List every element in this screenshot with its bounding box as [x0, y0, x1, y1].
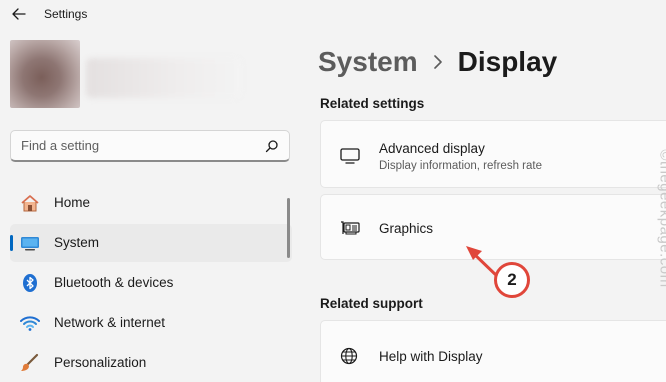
sidebar-item-network[interactable]: Network & internet: [10, 304, 292, 342]
paint-brush-icon: [21, 353, 39, 371]
sidebar-item-label: Home: [54, 195, 91, 210]
sidebar-item-label: Personalization: [54, 355, 147, 370]
monitor-outline-icon: [340, 148, 360, 164]
title-bar: Settings: [0, 0, 666, 30]
active-indicator: [10, 235, 13, 251]
sidebar-item-bluetooth[interactable]: Bluetooth & devices: [10, 264, 292, 302]
sidebar-item-personalization[interactable]: Personalization: [10, 344, 292, 382]
chevron-right-icon: [433, 55, 442, 69]
card-title: Graphics: [379, 221, 434, 236]
account-info-blurred: [86, 58, 241, 98]
watermark: ©thegeekpage.com: [656, 149, 666, 288]
related-settings-heading: Related settings: [320, 96, 425, 111]
breadcrumb-parent[interactable]: System: [318, 46, 418, 78]
step-number-badge: 2: [494, 262, 530, 298]
back-button[interactable]: [8, 4, 30, 24]
sidebar-item-home[interactable]: Home: [10, 184, 292, 222]
card-subtitle: Display information, refresh rate: [379, 160, 542, 172]
home-icon: [21, 195, 39, 212]
card-title: Advanced display: [379, 141, 485, 156]
monitor-icon: [21, 237, 39, 251]
graphics-card[interactable]: Graphics: [320, 194, 666, 260]
search-box[interactable]: [10, 130, 290, 162]
wifi-icon: [20, 316, 40, 331]
search-input[interactable]: [21, 138, 251, 153]
sidebar-nav: Home System Bluetooth & devices Network …: [10, 184, 292, 382]
bluetooth-icon: [23, 274, 37, 292]
related-support-heading: Related support: [320, 296, 423, 311]
sidebar-scrollbar[interactable]: [287, 198, 290, 258]
sidebar-item-label: System: [54, 235, 100, 250]
sidebar-item-label: Bluetooth & devices: [54, 275, 174, 290]
sidebar-item-label: Network & internet: [54, 315, 166, 330]
search-icon[interactable]: [265, 139, 279, 153]
help-with-display-card[interactable]: Help with Display: [320, 320, 666, 382]
page-title: Display: [457, 46, 558, 77]
globe-icon: [340, 347, 358, 365]
graphics-card-icon: [341, 221, 360, 235]
breadcrumb: System Display: [318, 46, 557, 78]
advanced-display-card[interactable]: Advanced display Display information, re…: [320, 120, 666, 188]
avatar[interactable]: [10, 40, 80, 108]
sidebar-item-system[interactable]: System: [10, 224, 292, 262]
back-arrow-icon: [12, 8, 26, 20]
app-title: Settings: [44, 7, 88, 21]
card-title: Help with Display: [379, 349, 483, 364]
